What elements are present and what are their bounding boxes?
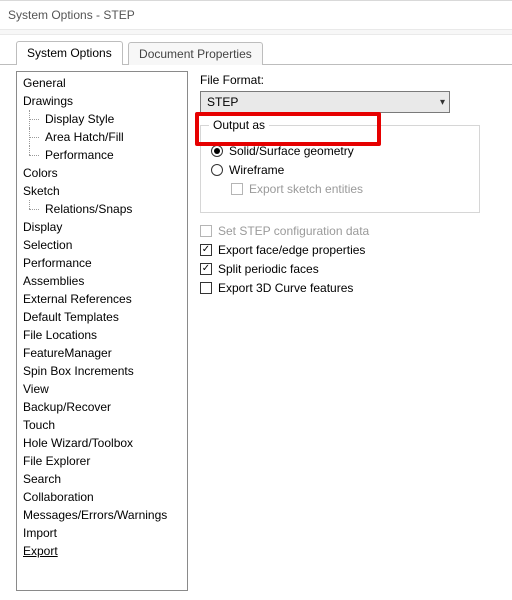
tab-document-properties[interactable]: Document Properties [128,42,263,65]
tree-item-label: Assemblies [23,274,84,288]
tree-item-label: Performance [45,148,114,162]
content-area: General Drawings Display Style Area Hatch/F… [0,65,512,591]
tree-item-label: File Locations [23,328,97,342]
tree-item[interactable]: Hole Wizard/Toolbox [17,434,187,452]
output-as-legend: Output as [209,118,269,132]
tree-item[interactable]: Performance [17,146,187,164]
file-format-select[interactable]: STEP ▾ [200,91,450,113]
check-split-periodic-faces-label: Split periodic faces [218,261,319,277]
tree-item-label: Drawings [23,94,73,108]
tree-item-label: Backup/Recover [23,400,111,414]
radio-solid-surface[interactable]: Solid/Surface geometry [211,143,469,159]
tree-item-label: Performance [23,256,92,270]
category-tree[interactable]: General Drawings Display Style Area Hatch/F… [16,71,188,591]
tree-item-label: Area Hatch/Fill [45,130,124,144]
tree-item[interactable]: Area Hatch/Fill [17,128,187,146]
checkbox-icon: ✓ [200,244,212,256]
check-set-step-config-label: Set STEP configuration data [218,223,369,239]
file-format-value: STEP [207,95,238,109]
tree-item-label: Selection [23,238,72,252]
tree-item-label: Display [23,220,62,234]
check-export-sketch-entities-label: Export sketch entities [249,181,363,197]
radio-wireframe[interactable]: Wireframe [211,162,469,178]
tree-item[interactable]: External References [17,290,187,308]
tree-item-label: General [23,76,66,90]
tab-system-options[interactable]: System Options [16,41,123,65]
tab-system-options-label: System Options [27,46,112,60]
settings-pane: File Format: STEP ▾ Output as Solid/Surf… [200,71,502,591]
tree-item-label: Relations/Snaps [45,202,132,216]
tree-item[interactable]: Export [17,542,187,560]
tree-item[interactable]: Sketch [17,182,187,200]
tree-item-label: Display Style [45,112,114,126]
tree-item[interactable]: Display [17,218,187,236]
radio-solid-surface-label: Solid/Surface geometry [229,143,354,159]
tree-item-label: Hole Wizard/Toolbox [23,436,133,450]
tab-document-properties-label: Document Properties [139,47,252,61]
check-export-3d-curve-label: Export 3D Curve features [218,280,353,296]
checkbox-icon: ✓ [200,263,212,275]
tree-item[interactable]: View [17,380,187,398]
tree-item[interactable]: Search [17,470,187,488]
tree-item-label: Messages/Errors/Warnings [23,508,167,522]
tree-item[interactable]: Display Style [17,110,187,128]
radio-icon [211,145,223,157]
tree-item[interactable]: General [17,74,187,92]
tree-item[interactable]: Relations/Snaps [17,200,187,218]
tree-item-label: Search [23,472,61,486]
tree-item[interactable]: Messages/Errors/Warnings [17,506,187,524]
tree-item-label: Export [23,544,58,558]
tree-item[interactable]: Drawings [17,92,187,110]
tree-item[interactable]: Assemblies [17,272,187,290]
tree-item-label: Sketch [23,184,60,198]
check-export-face-edge-label: Export face/edge properties [218,242,365,258]
tree-item[interactable]: FeatureManager [17,344,187,362]
check-export-sketch-entities: Export sketch entities [231,181,469,197]
output-as-group: Output as Solid/Surface geometry Wirefra… [200,125,480,213]
chevron-down-icon: ▾ [440,97,445,108]
tree-item-label: Import [23,526,57,540]
tree-item-label: File Explorer [23,454,90,468]
tree-item[interactable]: Collaboration [17,488,187,506]
tree-item[interactable]: Performance [17,254,187,272]
tree-item[interactable]: File Explorer [17,452,187,470]
check-export-face-edge[interactable]: ✓ Export face/edge properties [200,242,498,258]
tree-item[interactable]: Touch [17,416,187,434]
tree-item-label: View [23,382,49,396]
tree-item-label: Spin Box Increments [23,364,134,378]
tree-item-label: Collaboration [23,490,94,504]
tree-item[interactable]: File Locations [17,326,187,344]
check-export-3d-curve[interactable]: Export 3D Curve features [200,280,498,296]
category-tree-list: General Drawings Display Style Area Hatch/F… [17,74,187,560]
tree-item[interactable]: Selection [17,236,187,254]
system-options-window: System Options - STEP System Options Doc… [0,0,512,600]
checkbox-icon [231,183,243,195]
tree-item[interactable]: Backup/Recover [17,398,187,416]
file-format-label: File Format: [200,73,498,87]
tree-item[interactable]: Import [17,524,187,542]
window-title: System Options - STEP [8,8,135,22]
checkbox-icon [200,225,212,237]
tree-item[interactable]: Colors [17,164,187,182]
tree-item-label: FeatureManager [23,346,112,360]
tree-item-label: Touch [23,418,55,432]
window-titlebar: System Options - STEP [0,1,512,29]
checkbox-icon [200,282,212,294]
radio-wireframe-label: Wireframe [229,162,284,178]
tree-item-label: Default Templates [23,310,119,324]
title-divider [0,29,512,35]
tree-item[interactable]: Spin Box Increments [17,362,187,380]
tree-item[interactable]: Default Templates [17,308,187,326]
check-split-periodic-faces[interactable]: ✓ Split periodic faces [200,261,498,277]
tree-item-label: Colors [23,166,58,180]
check-set-step-config: Set STEP configuration data [200,223,498,239]
tree-item-label: External References [23,292,132,306]
radio-icon [211,164,223,176]
tabstrip: System Options Document Properties [0,41,512,65]
